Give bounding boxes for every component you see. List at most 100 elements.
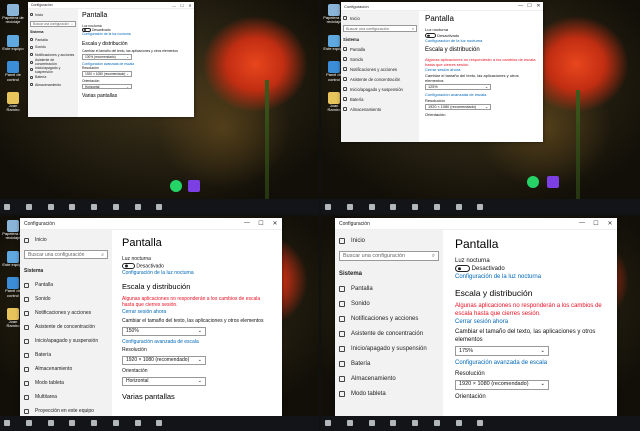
sidebar-item-sonido[interactable]: Sonido bbox=[30, 44, 76, 52]
sidebar-item-pantalla[interactable]: Pantalla bbox=[339, 281, 439, 296]
sidebar-item-almacenamiento[interactable]: Almacenamiento bbox=[24, 362, 108, 376]
sidebar-home[interactable]: Inicio bbox=[339, 233, 439, 248]
sidebar-item-bateria[interactable]: Batería bbox=[339, 356, 439, 371]
search-input[interactable]: Buscar una configuración ⌕ bbox=[343, 25, 417, 32]
desktop-icon-user[interactable]: Joan Ramiro bbox=[2, 91, 24, 113]
sidebar-item-concentracion[interactable]: Asistente de concentración bbox=[24, 320, 108, 334]
orientation-dropdown[interactable]: Horizontal ⌄ bbox=[82, 83, 132, 90]
maximize-button[interactable]: ☐ bbox=[589, 220, 603, 227]
night-light-toggle[interactable] bbox=[82, 28, 91, 33]
minimize-button[interactable]: — bbox=[170, 3, 178, 8]
close-button[interactable]: ✕ bbox=[534, 3, 543, 9]
scale-dropdown[interactable]: 150% ⌄ bbox=[122, 326, 206, 336]
sidebar-item-inicio-apagado[interactable]: Inicio/apagado y suspensión bbox=[339, 341, 439, 356]
scale-dropdown[interactable]: 100% (recomendado) ⌄ bbox=[82, 54, 132, 60]
resolution-dropdown[interactable]: 1920 × 1080 (recomendado) ⌄ bbox=[425, 103, 491, 111]
store-icon[interactable] bbox=[112, 420, 119, 427]
sidebar-item-sonido[interactable]: Sonido bbox=[343, 54, 417, 64]
night-light-toggle[interactable] bbox=[455, 265, 470, 273]
store-icon[interactable] bbox=[433, 203, 440, 210]
edge-icon[interactable] bbox=[69, 420, 76, 427]
minimize-button[interactable]: — bbox=[240, 220, 254, 227]
sidebar-item-sonido[interactable]: Sonido bbox=[339, 296, 439, 311]
sidebar-item-notificaciones[interactable]: Notificaciones y acciones bbox=[343, 64, 417, 74]
night-light-toggle[interactable] bbox=[425, 33, 436, 39]
settings-icon[interactable] bbox=[477, 420, 484, 427]
advanced-scale-link[interactable]: Configuración avanzada de escala bbox=[455, 359, 605, 367]
sidebar-item-notificaciones[interactable]: Notificaciones y acciones bbox=[339, 311, 439, 326]
resolution-dropdown[interactable]: 1920 × 1080 (recomendado) ⌄ bbox=[122, 356, 206, 366]
folder-icon[interactable] bbox=[91, 203, 97, 210]
sidebar-home[interactable]: Inicio bbox=[343, 13, 417, 23]
sidebar-item-bateria[interactable]: Batería bbox=[30, 74, 76, 82]
task-view-icon[interactable] bbox=[368, 203, 375, 210]
edge-icon[interactable] bbox=[390, 420, 397, 427]
search-input[interactable]: Buscar una configuración ⌕ bbox=[24, 250, 108, 259]
night-light-toggle[interactable] bbox=[122, 262, 135, 269]
search-input[interactable]: Buscar una configuración ⌕ bbox=[30, 20, 76, 27]
sidebar-item-almacenamiento[interactable]: Almacenamiento bbox=[339, 371, 439, 386]
mail-icon[interactable] bbox=[455, 203, 462, 210]
maximize-button[interactable]: ☐ bbox=[254, 220, 268, 227]
search-icon[interactable] bbox=[25, 420, 32, 427]
sidebar-home[interactable]: Inicio bbox=[30, 11, 76, 19]
maximize-button[interactable]: ☐ bbox=[525, 3, 534, 9]
edge-icon[interactable] bbox=[390, 203, 397, 210]
scale-dropdown[interactable]: 125% ⌄ bbox=[425, 83, 491, 91]
settings-icon[interactable] bbox=[156, 203, 163, 210]
sidebar-item-pantalla[interactable]: Pantalla bbox=[24, 278, 108, 292]
desktop-icon-control-panel[interactable]: Panel de control bbox=[2, 61, 24, 82]
edge-icon[interactable] bbox=[69, 203, 76, 210]
mail-icon[interactable] bbox=[455, 420, 462, 427]
folder-icon[interactable] bbox=[412, 420, 418, 427]
sidebar-item-sonido[interactable]: Sonido bbox=[24, 292, 108, 306]
close-button[interactable]: ✕ bbox=[186, 3, 194, 8]
sidebar-item-bateria[interactable]: Batería bbox=[343, 94, 417, 104]
orientation-dropdown[interactable]: Horizontal ⌄ bbox=[122, 376, 206, 386]
sidebar-item-bateria[interactable]: Batería bbox=[24, 348, 108, 362]
resolution-dropdown[interactable]: 1920 × 1080 (recomendado) ⌄ bbox=[455, 379, 549, 390]
store-icon[interactable] bbox=[112, 203, 119, 210]
start-icon[interactable] bbox=[325, 203, 331, 210]
sidebar-item-almacenamiento[interactable]: Almacenamiento bbox=[30, 81, 76, 89]
signout-link[interactable]: Cerrar sesión ahora bbox=[455, 318, 605, 326]
minimize-button[interactable]: — bbox=[575, 220, 589, 227]
search-icon[interactable] bbox=[346, 203, 353, 210]
sidebar-item-notificaciones[interactable]: Notificaciones y acciones bbox=[24, 306, 108, 320]
minimize-button[interactable]: — bbox=[516, 3, 525, 9]
folder-icon[interactable] bbox=[412, 203, 418, 210]
desktop-icon-this-pc[interactable]: Este equipo bbox=[2, 34, 24, 51]
store-icon[interactable] bbox=[433, 420, 440, 427]
app-icon[interactable] bbox=[547, 176, 559, 188]
whatsapp-icon[interactable] bbox=[527, 176, 539, 188]
mail-icon[interactable] bbox=[134, 203, 141, 210]
night-light-settings-link[interactable]: Configuración de la luz nocturna bbox=[122, 270, 272, 277]
desktop-icon-recycle[interactable]: Papelera de reciclaje bbox=[2, 4, 24, 25]
resolution-dropdown[interactable]: 1920 × 1080 (recomendado) ⌄ bbox=[82, 71, 132, 77]
app-icon[interactable] bbox=[188, 180, 200, 192]
sidebar-item-concentracion[interactable]: Asistente de concentración bbox=[339, 326, 439, 341]
close-button[interactable]: ✕ bbox=[268, 220, 282, 227]
search-input[interactable]: Buscar una configuración ⌕ bbox=[339, 251, 439, 261]
task-view-icon[interactable] bbox=[47, 203, 54, 210]
task-view-icon[interactable] bbox=[47, 420, 54, 427]
sidebar-item-modo-tableta[interactable]: Modo tableta bbox=[339, 386, 439, 401]
night-light-settings-link[interactable]: Configuración de la luz nocturna bbox=[455, 273, 605, 281]
sidebar-item-multitarea[interactable]: Multitarea bbox=[24, 390, 108, 404]
sidebar-home[interactable]: Inicio bbox=[24, 233, 108, 247]
sidebar-item-concentracion[interactable]: Asistente de concentración bbox=[343, 74, 417, 84]
whatsapp-icon[interactable] bbox=[170, 180, 182, 192]
task-view-icon[interactable] bbox=[368, 420, 375, 427]
sidebar-item-pantalla[interactable]: Pantalla bbox=[343, 44, 417, 54]
sidebar-item-modo-tableta[interactable]: Modo tableta bbox=[24, 376, 108, 390]
night-light-settings-link[interactable]: Configuración de la luz nocturna bbox=[425, 38, 537, 43]
signout-link[interactable]: Cerrar sesión ahora bbox=[122, 309, 272, 316]
close-button[interactable]: ✕ bbox=[603, 220, 617, 227]
sidebar-item-inicio-apagado[interactable]: Inicio/apagado y suspensión bbox=[24, 334, 108, 348]
night-light-settings-link[interactable]: Configuración de la luz nocturna bbox=[82, 32, 190, 36]
sidebar-item-inicio-apagado[interactable]: Inicio/apagado y suspensión bbox=[343, 84, 417, 94]
maximize-button[interactable]: ☐ bbox=[178, 3, 186, 8]
settings-icon[interactable] bbox=[477, 203, 484, 210]
search-icon[interactable] bbox=[25, 203, 32, 210]
start-icon[interactable] bbox=[4, 420, 10, 427]
